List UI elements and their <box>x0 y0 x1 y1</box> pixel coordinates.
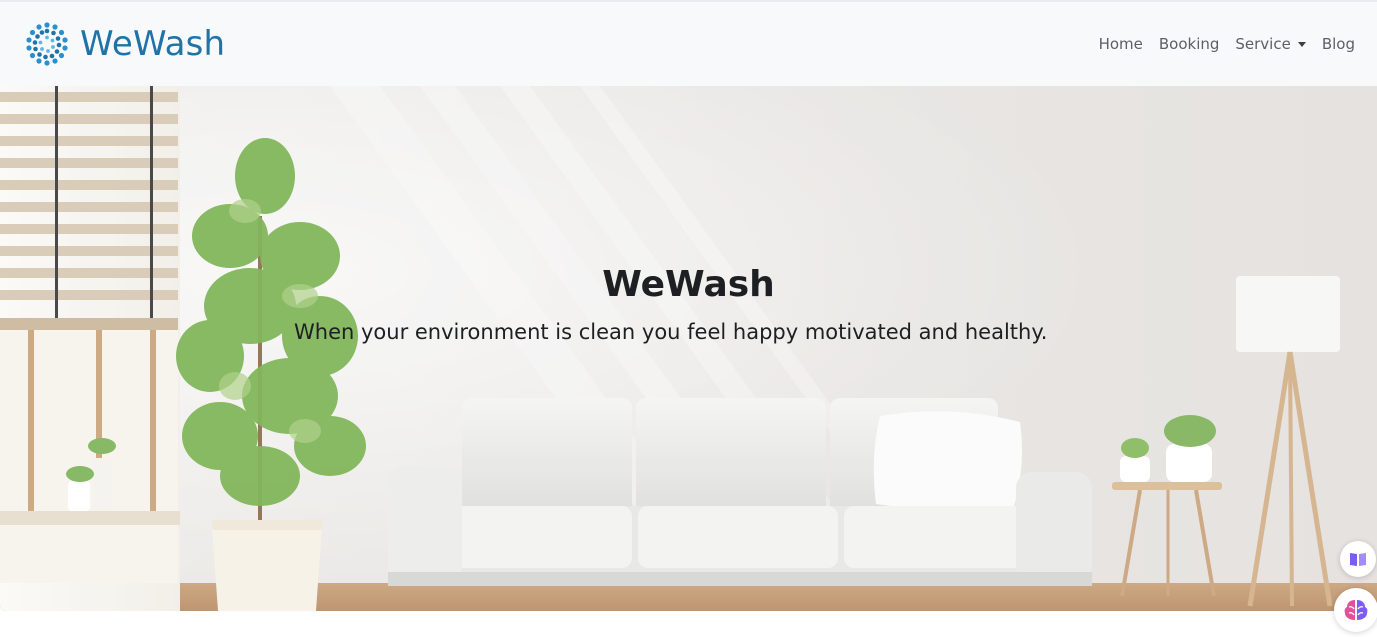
nav-home-label: Home <box>1098 35 1143 53</box>
nav-booking-label: Booking <box>1158 35 1220 53</box>
assistant-button[interactable] <box>1334 588 1377 632</box>
nav-blog-label: Blog <box>1321 35 1355 53</box>
hero-title: WeWash <box>602 264 775 305</box>
nav-service-dropdown[interactable]: Service <box>1235 35 1306 53</box>
reader-mode-button[interactable] <box>1340 541 1376 577</box>
nav-service-label: Service <box>1235 35 1291 53</box>
brain-assistant-icon <box>1344 600 1368 620</box>
nav-home[interactable]: Home <box>1099 35 1143 53</box>
sun-burst-logo-icon <box>26 22 68 66</box>
hero-text-block: WeWash When your environment is clean yo… <box>0 86 1377 611</box>
nav-blog[interactable]: Blog <box>1322 35 1355 53</box>
brand-name: WeWash <box>80 24 226 64</box>
main-nav: Home Booking Service Blog <box>1091 35 1363 53</box>
page: WeWash Home Booking Service Blog WeWash … <box>0 0 1377 637</box>
caret-down-icon <box>1297 41 1306 47</box>
hero-banner: WeWash When your environment is clean yo… <box>0 86 1377 611</box>
navbar: WeWash Home Booking Service Blog <box>0 0 1377 86</box>
hero-subtitle: When your environment is clean you feel … <box>294 320 1048 344</box>
brand-link[interactable]: WeWash <box>22 20 225 68</box>
book-reader-icon <box>1350 553 1366 566</box>
nav-booking[interactable]: Booking <box>1159 35 1220 53</box>
